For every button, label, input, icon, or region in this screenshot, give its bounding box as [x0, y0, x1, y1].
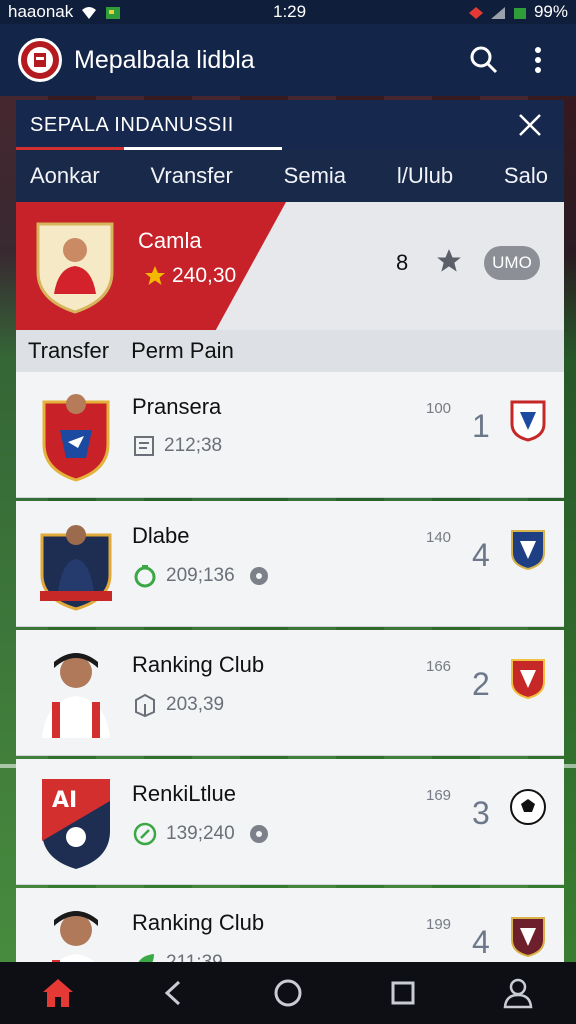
search-bar[interactable]: SEPALA INDANUSSII: [16, 100, 564, 150]
bottom-navigation: [0, 962, 576, 1024]
star-icon: [145, 266, 165, 285]
featured-rank: 8: [396, 250, 409, 275]
image-icon: [105, 5, 121, 19]
item-meta-value: 139;240: [166, 823, 235, 844]
featured-player-card[interactable]: Camla 240,30 8 UMO: [16, 202, 564, 330]
more-vert-icon: [535, 47, 541, 73]
nav-home-button[interactable]: [34, 969, 82, 1017]
tab-vransfer[interactable]: Vransfer: [151, 163, 233, 189]
search-icon: [470, 46, 498, 74]
list-item[interactable]: AI RenkiLtlue 139;240 169 3: [16, 759, 564, 885]
svg-text:AI: AI: [52, 788, 77, 813]
item-name: Pransera: [132, 394, 222, 419]
nav-circle-button[interactable]: [264, 969, 312, 1017]
carrier-label: haaonak: [8, 2, 74, 21]
player-avatar-icon: [52, 911, 98, 963]
cube-icon: [135, 693, 155, 718]
list-item[interactable]: Ranking Club 211;39 199 4: [16, 888, 564, 964]
document-icon: [134, 436, 154, 456]
list-item[interactable]: Ranking Club 203,39 166 2: [16, 630, 564, 756]
search-button[interactable]: [464, 40, 504, 80]
clock: 1:29: [273, 2, 307, 21]
item-meta-value: 203,39: [166, 694, 225, 715]
profile-icon: [503, 978, 533, 1009]
search-underline: [16, 147, 282, 150]
item-small-value: 100: [426, 400, 452, 417]
item-name: Dlabe: [132, 523, 190, 548]
item-meta: 203,39: [132, 692, 224, 718]
signal-icon: [490, 5, 506, 19]
soccer-ball-icon: [510, 789, 546, 825]
player-crest-icon: [36, 222, 114, 314]
item-small-value: 169: [426, 787, 452, 804]
gear-icon: [249, 825, 268, 843]
item-rank: 3: [472, 795, 490, 831]
nav-profile-button[interactable]: [494, 969, 542, 1017]
item-rank: 4: [472, 924, 490, 960]
nav-recents-button[interactable]: [379, 969, 427, 1017]
item-meta: 139;240: [132, 821, 271, 847]
leaf-icon: [133, 822, 157, 846]
item-small-value: 166: [426, 658, 452, 675]
section-header: Transfer Perm Pain: [16, 330, 564, 372]
more-options-button[interactable]: [518, 40, 558, 80]
club-crest-icon: [40, 525, 112, 611]
item-meta-value: 212;38: [164, 435, 223, 456]
item-rank: 4: [472, 537, 490, 573]
club-badge-icon: [511, 530, 545, 571]
status-bar: haaonak 1:29 99%: [0, 0, 576, 24]
home-icon: [42, 979, 73, 1007]
club-badge-icon: [511, 917, 545, 958]
battery-percent: 99%: [533, 2, 568, 21]
featured-score: 240,30: [144, 264, 236, 288]
search-input[interactable]: SEPALA INDANUSSII: [30, 114, 510, 137]
tab-bar: Aonkar Vransfer Semia l/Ulub Salo: [16, 150, 564, 202]
item-meta-value: 209;136: [166, 565, 235, 586]
player-avatar-icon: [42, 653, 110, 738]
item-rank: 1: [472, 408, 490, 444]
tab-ulub[interactable]: l/Ulub: [397, 163, 453, 189]
club-crest-icon: [42, 394, 110, 482]
close-button[interactable]: [510, 105, 550, 145]
item-name: Ranking Club: [132, 652, 265, 677]
item-rank: 2: [472, 666, 490, 702]
item-name: RenkiLtlue: [132, 781, 236, 806]
close-icon: [519, 114, 541, 136]
tab-semia[interactable]: Semia: [284, 163, 346, 189]
section-label-transfer: Transfer: [28, 338, 110, 363]
recents-icon: [391, 981, 415, 1005]
club-logo-icon[interactable]: [18, 38, 62, 82]
app-bar: Mepalbala lidbla: [0, 24, 576, 96]
item-name: Ranking Club: [132, 910, 265, 935]
item-small-value: 199: [426, 916, 452, 933]
list-item[interactable]: Pransera 212;38 100 1: [16, 372, 564, 498]
gear-icon: [249, 567, 268, 585]
favorite-star-icon[interactable]: [436, 248, 462, 274]
section-label-perm: Perm Pain: [131, 338, 234, 363]
app-title: Mepalbala lidbla: [74, 45, 255, 74]
wifi-icon: [81, 5, 97, 19]
featured-pill-button[interactable]: UMO: [484, 246, 540, 280]
circle-home-icon: [274, 979, 302, 1007]
back-icon: [164, 980, 180, 1006]
battery-icon: [512, 5, 528, 19]
main-panel: SEPALA INDANUSSII Aonkar Vransfer Semia …: [16, 100, 564, 964]
item-meta: 209;136: [132, 563, 271, 589]
tab-salo[interactable]: Salo: [504, 163, 548, 189]
refresh-icon: [134, 565, 156, 588]
club-badge-icon: [511, 659, 545, 700]
tab-aonkar[interactable]: Aonkar: [30, 163, 100, 189]
club-crest-icon: AI: [42, 779, 110, 869]
featured-score-value: 240,30: [172, 264, 237, 287]
nav-back-button[interactable]: [149, 969, 197, 1017]
list-item[interactable]: Dlabe 209;136 140 4: [16, 501, 564, 627]
club-badge-icon: [510, 400, 546, 442]
item-meta: 212;38: [132, 434, 222, 458]
item-small-value: 140: [426, 529, 452, 546]
alert-icon: [468, 5, 484, 19]
featured-player-name: Camla: [138, 228, 202, 253]
